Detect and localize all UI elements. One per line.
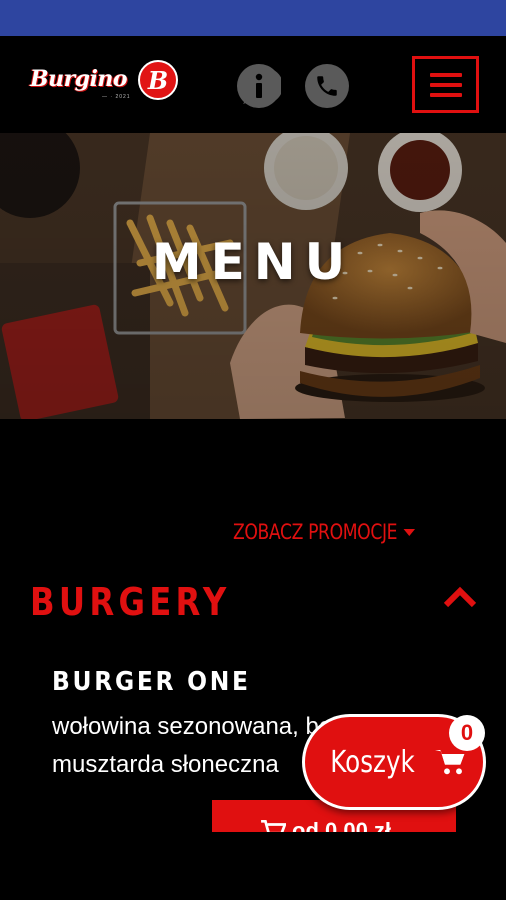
product-name: BURGER ONE bbox=[52, 667, 251, 697]
menu-toggle-button[interactable] bbox=[412, 56, 479, 113]
info-icon bbox=[243, 67, 281, 104]
status-bar bbox=[0, 0, 506, 36]
info-button[interactable] bbox=[237, 64, 281, 108]
product-price: od 0,00 zł bbox=[292, 818, 392, 832]
cart-count-badge: 0 bbox=[449, 715, 485, 751]
shopping-cart-icon bbox=[261, 820, 286, 832]
logo-subtext: — · 2021 bbox=[102, 94, 131, 100]
cart-label: Koszyk bbox=[330, 744, 416, 780]
hamburger-menu-icon bbox=[429, 72, 462, 77]
collapse-category-button[interactable] bbox=[440, 583, 480, 613]
phone-icon bbox=[317, 76, 337, 96]
hero-title: MENU bbox=[151, 233, 355, 291]
see-promotions-link[interactable]: ZOBACZ PROMOCJE bbox=[233, 520, 416, 544]
phone-button[interactable] bbox=[305, 64, 349, 108]
see-promotions-label: ZOBACZ PROMOCJE bbox=[233, 520, 398, 544]
site-header: Burgino B — · 2021 bbox=[0, 36, 506, 133]
logo-badge: B bbox=[138, 60, 178, 100]
category-title: BURGERY bbox=[30, 580, 231, 624]
logo-text: Burgino bbox=[30, 66, 128, 92]
hero-banner: MENU bbox=[0, 133, 506, 419]
shopping-cart-icon bbox=[434, 750, 464, 775]
chevron-up-icon bbox=[443, 586, 477, 608]
logo[interactable]: Burgino B — · 2021 bbox=[28, 58, 183, 114]
chevron-down-icon bbox=[403, 528, 416, 536]
